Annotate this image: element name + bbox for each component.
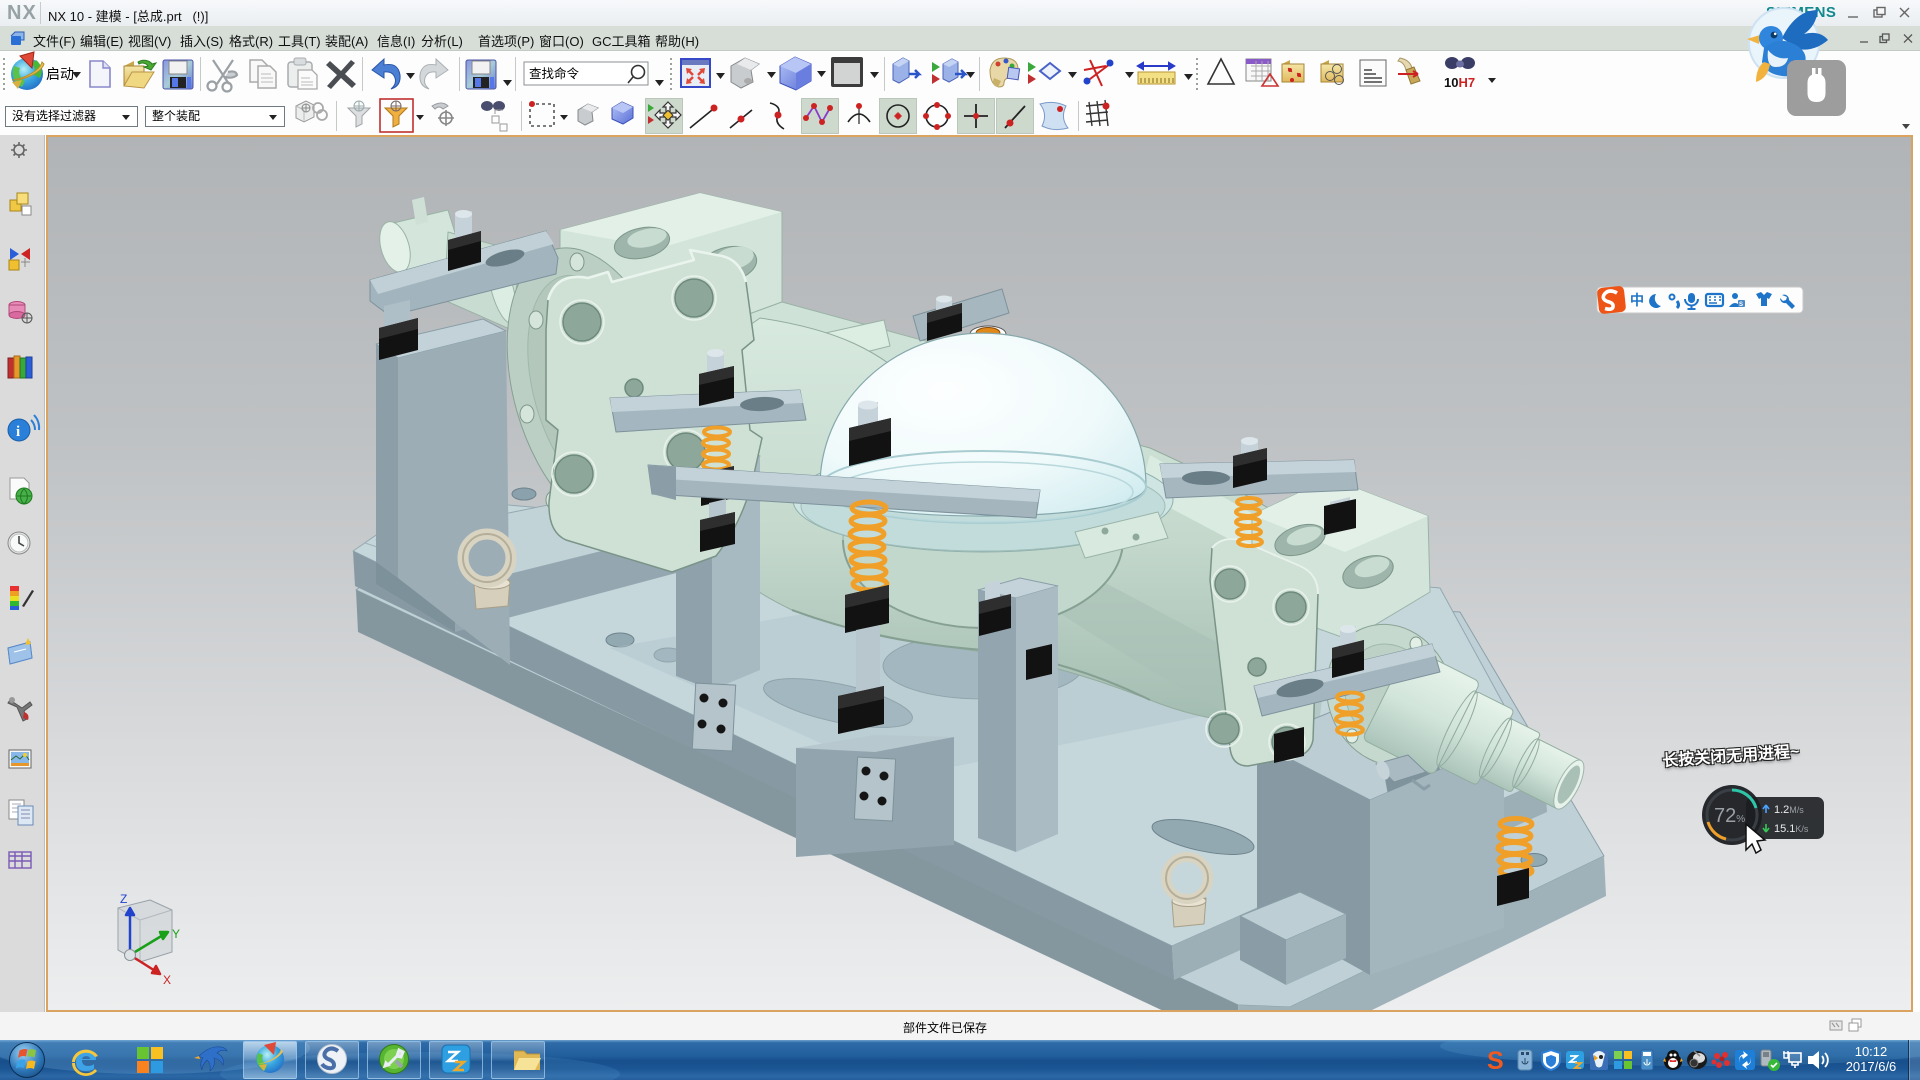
svg-text:Y: Y: [172, 927, 180, 941]
svg-text:X: X: [163, 973, 171, 987]
svg-text:启动: 启动: [46, 66, 74, 82]
svg-text:查找命令: 查找命令: [529, 66, 580, 81]
svg-text:1.2M/s: 1.2M/s: [1774, 804, 1804, 816]
svg-text:15.1K/s: 15.1K/s: [1774, 823, 1809, 835]
svg-text:i: i: [16, 424, 20, 440]
svg-text:S: S: [1739, 302, 1743, 308]
svg-text:中: 中: [1630, 292, 1644, 308]
svg-text:10H7: 10H7: [1444, 75, 1475, 90]
svg-text:Z: Z: [120, 892, 127, 906]
svg-text:S: S: [1487, 1047, 1504, 1075]
